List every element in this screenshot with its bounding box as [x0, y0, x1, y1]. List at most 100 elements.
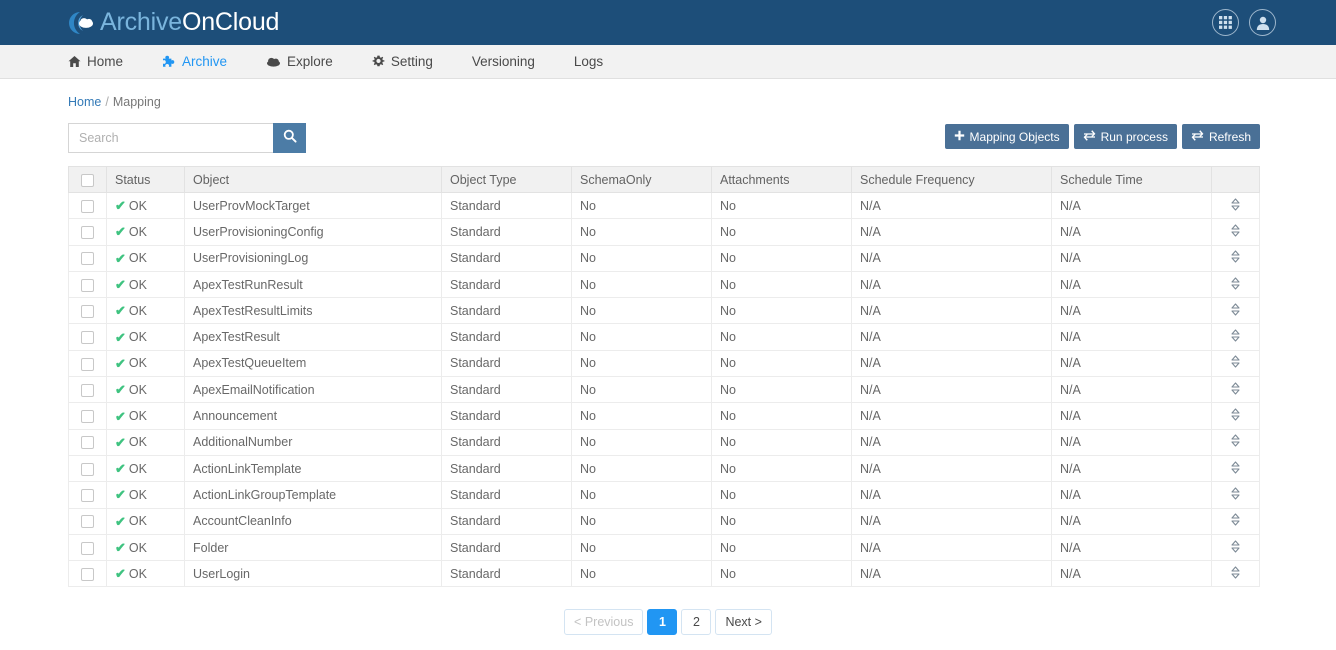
row-checkbox[interactable] — [81, 489, 94, 503]
status-ok-check-icon: ✔ — [115, 303, 126, 319]
pagination-page-1[interactable]: 1 — [647, 609, 678, 636]
nav-item-home[interactable]: Home — [68, 54, 123, 69]
header-schema-only[interactable]: SchemaOnly — [571, 166, 712, 193]
row-checkbox[interactable] — [81, 278, 94, 292]
nav-item-explore[interactable]: Explore — [266, 54, 333, 69]
pagination-previous[interactable]: < Previous — [564, 609, 644, 636]
header-schedule-time[interactable]: Schedule Time — [1051, 166, 1212, 193]
table-row[interactable]: ✔ OK ApexTestRunResult Standard No No N/A N/A — [68, 270, 1260, 299]
header-attachments[interactable]: Attachments — [711, 166, 852, 193]
cell-object[interactable]: ApexTestResult — [184, 323, 442, 351]
header-schedule-frequency[interactable]: Schedule Frequency — [851, 166, 1052, 193]
sort-up-down-icon[interactable] — [1230, 566, 1241, 579]
refresh-button[interactable]: Refresh — [1181, 124, 1260, 149]
table-row[interactable]: ✔ OK ActionLinkTemplate Standard No No N/A N/A — [68, 454, 1260, 483]
cell-schedule-time: N/A — [1051, 507, 1212, 535]
pagination-page-2[interactable]: 2 — [681, 609, 712, 636]
pagination-next[interactable]: Next > — [715, 609, 772, 636]
nav-item-setting[interactable]: Setting — [372, 54, 433, 69]
row-checkbox[interactable] — [81, 541, 94, 555]
cell-object[interactable]: UserProvMockTarget — [184, 191, 442, 220]
cell-object[interactable]: UserProvisioningLog — [184, 244, 442, 272]
sort-up-down-icon[interactable] — [1230, 303, 1241, 316]
cell-object[interactable]: ApexTestResultLimits — [184, 297, 442, 325]
cell-object[interactable]: ApexTestQueueItem — [184, 349, 442, 378]
brand-logo-group[interactable]: ArchiveOnCloud — [68, 8, 279, 38]
cell-object[interactable]: UserLogin — [184, 560, 442, 588]
sort-up-down-icon[interactable] — [1230, 408, 1241, 421]
table-row[interactable]: ✔ OK UserProvisioningLog Standard No No N/A N/A — [68, 244, 1260, 272]
row-checkbox[interactable] — [81, 199, 94, 213]
row-checkbox[interactable] — [81, 383, 94, 397]
row-checkbox[interactable] — [81, 226, 94, 240]
row-checkbox[interactable] — [81, 515, 94, 529]
nav-item-archive[interactable]: Archive — [162, 54, 227, 69]
row-checkbox[interactable] — [81, 331, 94, 345]
grid-apps-icon[interactable] — [1212, 9, 1239, 36]
status-ok-check-icon: ✔ — [115, 461, 126, 477]
table-row[interactable]: ✔ OK Folder Standard No No N/A N/A — [68, 533, 1260, 562]
sort-up-down-icon[interactable] — [1230, 513, 1241, 526]
search-button[interactable] — [273, 123, 306, 153]
table-row[interactable]: ✔ OK UserProvMockTarget Standard No No N/A N/A — [68, 191, 1260, 220]
row-checkbox-cell — [68, 454, 107, 483]
user-account-icon[interactable] — [1249, 9, 1276, 36]
header-object-type[interactable]: Object Type — [441, 166, 572, 193]
row-checkbox[interactable] — [81, 252, 94, 266]
sort-up-down-icon[interactable] — [1230, 382, 1241, 395]
header-object[interactable]: Object — [184, 166, 442, 193]
cell-object[interactable]: ApexEmailNotification — [184, 376, 442, 404]
sort-up-down-icon[interactable] — [1230, 539, 1241, 553]
status-label: OK — [128, 382, 147, 397]
table-row[interactable]: ✔ OK UserProvisioningConfig Standard No No N/A… — [68, 218, 1260, 246]
cell-object[interactable]: Folder — [184, 533, 442, 562]
sort-up-down-icon[interactable] — [1230, 276, 1241, 290]
sort-up-down-icon[interactable] — [1230, 224, 1241, 237]
pagination: < Previous 1 2 Next > — [0, 609, 1336, 636]
header-status[interactable]: Status — [106, 166, 185, 193]
sort-up-down-icon[interactable] — [1230, 198, 1241, 211]
search-input[interactable] — [68, 123, 273, 153]
table-row[interactable]: ✔ OK Announcement Standard No No N/A N/A — [68, 402, 1260, 430]
row-checkbox[interactable] — [81, 357, 94, 371]
cell-object[interactable]: Announcement — [184, 402, 442, 430]
cell-object[interactable]: ApexTestRunResult — [184, 270, 442, 299]
cell-attachments: No — [711, 244, 852, 272]
table-row[interactable]: ✔ OK ApexEmailNotification Standard No No N/A N… — [68, 376, 1260, 404]
table-row[interactable]: ✔ OK ApexTestResultLimits Standard No No N/A N/… — [68, 297, 1260, 325]
table-row[interactable]: ✔ OK AccountCleanInfo Standard No No N/A N/A — [68, 507, 1260, 535]
row-checkbox[interactable] — [81, 567, 94, 581]
sort-up-down-icon[interactable] — [1230, 487, 1241, 500]
sort-up-down-icon[interactable] — [1230, 355, 1241, 368]
row-checkbox[interactable] — [81, 462, 94, 476]
row-checkbox[interactable] — [81, 304, 94, 318]
cell-object[interactable]: ActionLinkGroupTemplate — [184, 481, 442, 509]
nav-label-explore: Explore — [287, 54, 333, 69]
table-row[interactable]: ✔ OK UserLogin Standard No No N/A N/A — [68, 560, 1260, 588]
row-checkbox[interactable] — [81, 436, 94, 450]
cell-attachments: No — [711, 402, 852, 430]
nav-item-versioning[interactable]: Versioning — [472, 54, 535, 69]
table-row[interactable]: ✔ OK AdditionalNumber Standard No No N/A N/A — [68, 428, 1260, 456]
breadcrumb-link-home[interactable]: Home — [68, 95, 101, 109]
mapping-objects-button[interactable]: Mapping Objects — [944, 124, 1069, 149]
sort-up-down-icon[interactable] — [1230, 461, 1241, 474]
run-process-button[interactable]: Run process — [1073, 124, 1177, 149]
sort-up-down-icon[interactable] — [1230, 250, 1241, 263]
cell-attachments: No — [711, 507, 852, 535]
cell-object[interactable]: AdditionalNumber — [184, 428, 442, 456]
table-row[interactable]: ✔ OK ActionLinkGroupTemplate Standard No No N/… — [68, 481, 1260, 509]
sort-up-down-icon[interactable] — [1230, 329, 1241, 342]
cell-schedule-time: N/A — [1051, 560, 1212, 588]
table-row[interactable]: ✔ OK ApexTestQueueItem Standard No No N/A N/A — [68, 349, 1260, 378]
main-navigation: Home Archive Explore Setting Versioning … — [0, 45, 1336, 79]
cell-object[interactable]: ActionLinkTemplate — [184, 454, 442, 483]
row-checkbox-cell — [68, 481, 107, 509]
row-checkbox[interactable] — [81, 410, 94, 424]
nav-item-logs[interactable]: Logs — [574, 54, 603, 69]
table-row[interactable]: ✔ OK ApexTestResult Standard No No N/A N/A — [68, 323, 1260, 351]
cell-object[interactable]: UserProvisioningConfig — [184, 218, 442, 246]
select-all-checkbox[interactable] — [81, 173, 94, 187]
cell-object[interactable]: AccountCleanInfo — [184, 507, 442, 535]
sort-up-down-icon[interactable] — [1230, 434, 1241, 447]
